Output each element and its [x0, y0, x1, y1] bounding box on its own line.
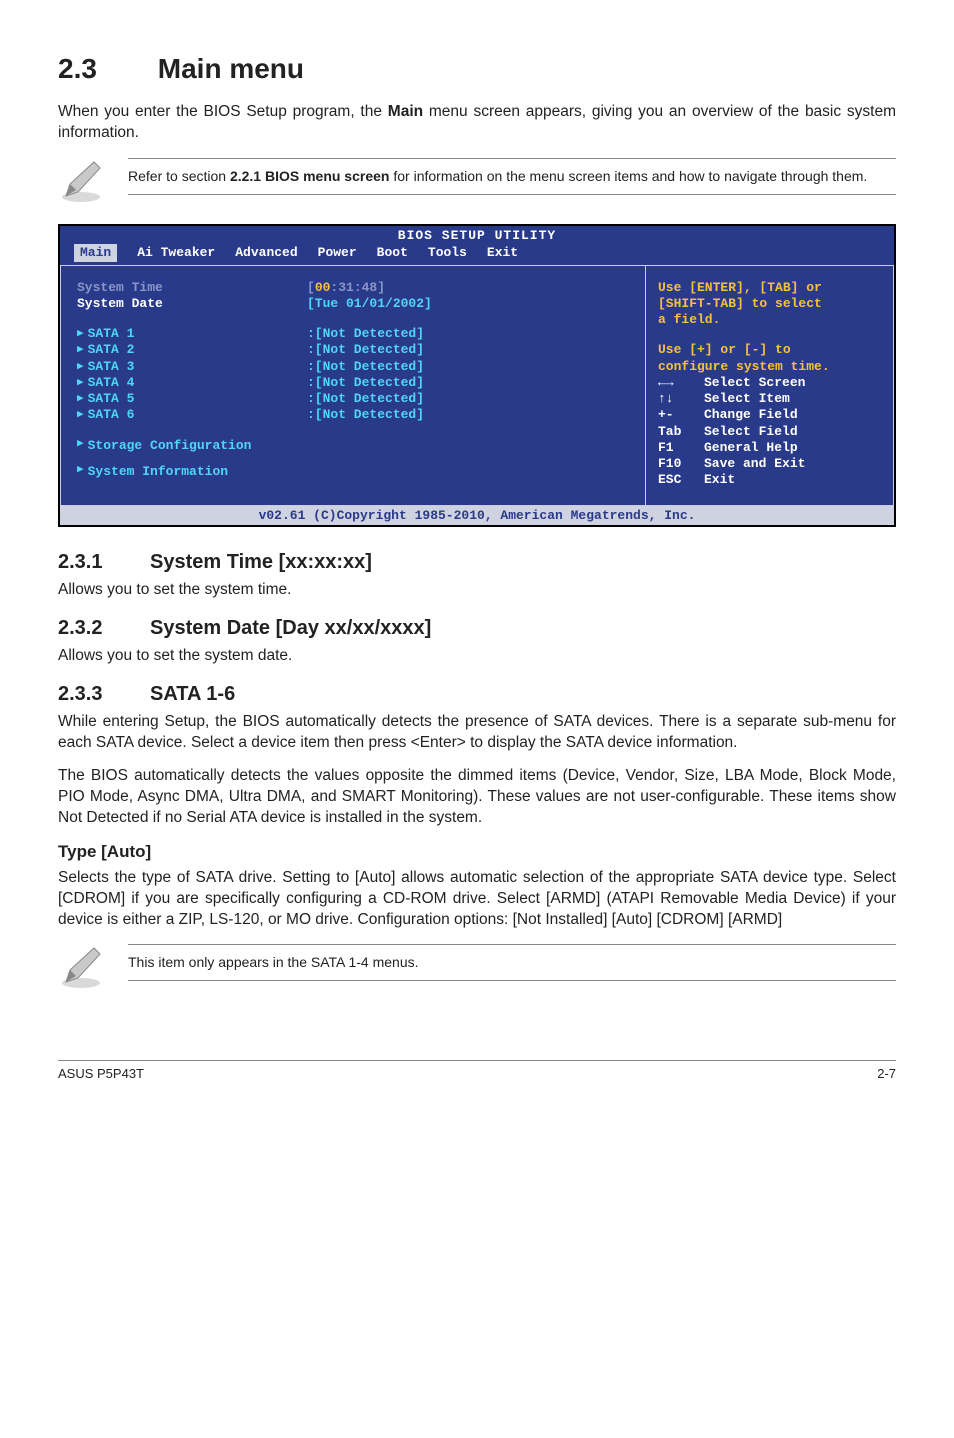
footer-left: ASUS P5P43T [58, 1065, 144, 1083]
note-sata-1-4: This item only appears in the SATA 1-4 m… [58, 944, 896, 990]
footer-right: 2-7 [877, 1065, 896, 1083]
triangle-icon: ▶ [77, 344, 84, 358]
tab-tools[interactable]: Tools [428, 244, 467, 262]
tab-ai-tweaker[interactable]: Ai Tweaker [137, 244, 215, 262]
row-system-info[interactable]: ▶System Information [77, 464, 629, 480]
row-sata-6[interactable]: ▶SATA 6:[Not Detected] [77, 407, 629, 423]
heading-type-auto: Type [Auto] [58, 841, 896, 864]
body-2-3-3-p1: While entering Setup, the BIOS automatic… [58, 712, 896, 754]
row-storage-config[interactable]: ▶Storage Configuration [77, 438, 629, 454]
row-system-time[interactable]: System Time [00:31:48] [77, 280, 629, 296]
tab-power[interactable]: Power [318, 244, 357, 262]
triangle-icon: ▶ [77, 377, 84, 391]
note-body: Refer to section 2.2.1 BIOS menu screen … [128, 158, 896, 195]
body-type-auto: Selects the type of SATA drive. Setting … [58, 868, 896, 931]
pencil-icon [58, 944, 104, 990]
help-context: Use [ENTER], [TAB] or [SHIFT-TAB] to sel… [658, 280, 881, 375]
value-system-date: [Tue 01/01/2002] [307, 296, 432, 312]
value-system-time: [00:31:48] [307, 280, 385, 296]
bios-footer: v02.61 (C)Copyright 1985-2010, American … [60, 506, 894, 526]
row-sata-3[interactable]: ▶SATA 3:[Not Detected] [77, 359, 629, 375]
triangle-icon: ▶ [77, 409, 84, 423]
triangle-icon: ▶ [77, 393, 84, 407]
section-heading: 2.3 Main menu [58, 50, 896, 88]
bios-tab-bar: Main Ai Tweaker Advanced Power Boot Tool… [60, 244, 894, 265]
help-legend: ←→Select Screen ↑↓Select Item +-Change F… [658, 375, 881, 489]
body-2-3-2: Allows you to set the system date. [58, 646, 896, 667]
note-refer-section: Refer to section 2.2.1 BIOS menu screen … [58, 158, 896, 204]
bios-title: BIOS SETUP UTILITY [60, 226, 894, 245]
label-system-time: System Time [77, 280, 307, 296]
tab-advanced[interactable]: Advanced [235, 244, 297, 262]
heading-2-3-3: 2.3.3SATA 1-6 [58, 681, 896, 708]
section-intro: When you enter the BIOS Setup program, t… [58, 102, 896, 144]
triangle-icon: ▶ [77, 328, 84, 342]
label-system-date: System Date [77, 296, 307, 312]
row-sata-1[interactable]: ▶SATA 1:[Not Detected] [77, 326, 629, 342]
row-sata-4[interactable]: ▶SATA 4:[Not Detected] [77, 375, 629, 391]
tab-main[interactable]: Main [74, 244, 117, 262]
tab-exit[interactable]: Exit [487, 244, 518, 262]
section-number: 2.3 [58, 50, 150, 88]
section-title-text: Main menu [158, 53, 304, 84]
body-2-3-1: Allows you to set the system time. [58, 580, 896, 601]
page-footer: ASUS P5P43T 2-7 [58, 1060, 896, 1083]
bios-screenshot: BIOS SETUP UTILITY Main Ai Tweaker Advan… [58, 224, 896, 528]
note-body: This item only appears in the SATA 1-4 m… [128, 944, 896, 981]
row-sata-5[interactable]: ▶SATA 5:[Not Detected] [77, 391, 629, 407]
heading-2-3-2: 2.3.2System Date [Day xx/xx/xxxx] [58, 615, 896, 642]
body-2-3-3-p2: The BIOS automatically detects the value… [58, 766, 896, 829]
tab-boot[interactable]: Boot [377, 244, 408, 262]
triangle-icon: ▶ [77, 438, 84, 454]
row-system-date[interactable]: System Date [Tue 01/01/2002] [77, 296, 629, 312]
triangle-icon: ▶ [77, 464, 84, 480]
row-sata-2[interactable]: ▶SATA 2:[Not Detected] [77, 342, 629, 358]
bios-right-panel: Use [ENTER], [TAB] or [SHIFT-TAB] to sel… [646, 266, 894, 506]
triangle-icon: ▶ [77, 361, 84, 375]
heading-2-3-1: 2.3.1System Time [xx:xx:xx] [58, 549, 896, 576]
bios-left-panel: System Time [00:31:48] System Date [Tue … [60, 266, 646, 506]
pencil-icon [58, 158, 104, 204]
